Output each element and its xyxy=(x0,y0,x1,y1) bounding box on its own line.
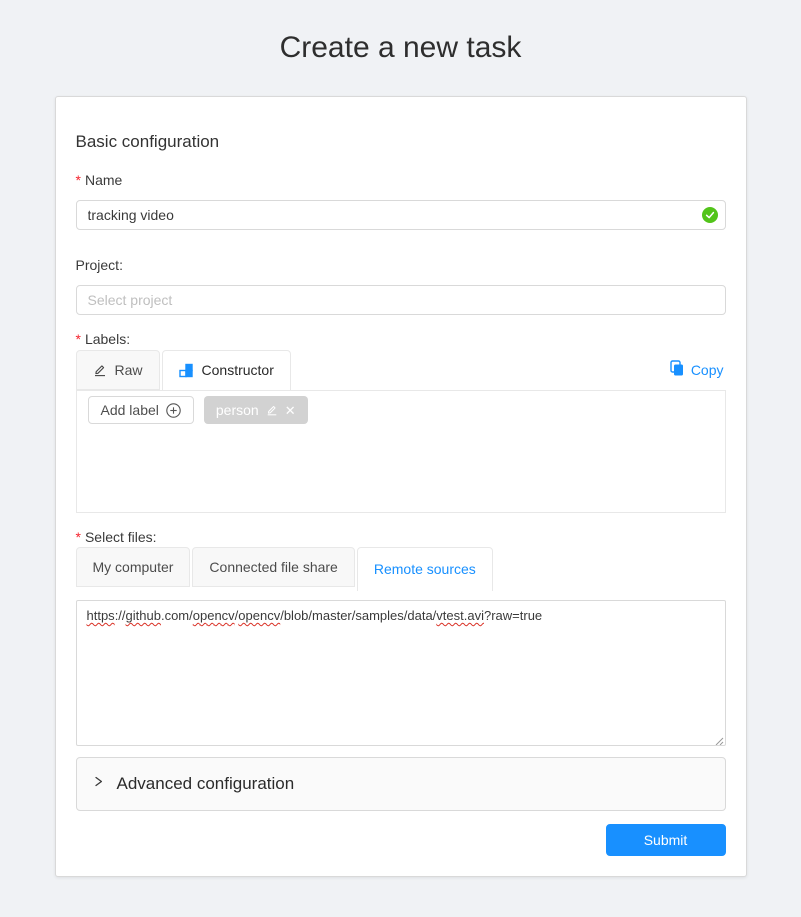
copy-labels-button[interactable]: Copy xyxy=(670,360,724,379)
labels-tabs: Raw Constructor Copy xyxy=(76,350,726,390)
name-input-wrapper xyxy=(76,200,726,230)
add-label-button[interactable]: Add label xyxy=(88,396,194,424)
page-title: Create a new task xyxy=(0,0,801,70)
chevron-right-icon xyxy=(93,775,104,788)
required-asterisk: * xyxy=(76,331,81,347)
label-tag-person[interactable]: person ✕ xyxy=(204,396,308,424)
check-circle-icon xyxy=(702,207,718,223)
labels-label-text: Labels: xyxy=(85,331,130,347)
tab-constructor[interactable]: Constructor xyxy=(162,350,291,390)
required-asterisk: * xyxy=(76,529,81,545)
tab-connected-file-share[interactable]: Connected file share xyxy=(192,547,354,587)
project-select-wrapper xyxy=(76,285,726,315)
tab-constructor-label: Constructor xyxy=(202,362,274,378)
project-label: Project: xyxy=(76,257,726,273)
copy-label: Copy xyxy=(691,362,724,378)
name-input[interactable] xyxy=(76,200,726,230)
tab-remote-sources-label: Remote sources xyxy=(374,561,476,577)
submit-row: Submit xyxy=(76,824,726,856)
remote-urls-textarea[interactable]: https://github.com/opencv/opencv/blob/ma… xyxy=(76,600,726,746)
name-label: *Name xyxy=(76,172,726,188)
advanced-configuration-label: Advanced configuration xyxy=(117,774,295,794)
add-label-button-text: Add label xyxy=(101,402,159,418)
labels-label: *Labels: xyxy=(76,331,726,347)
tab-remote-sources[interactable]: Remote sources xyxy=(357,547,493,591)
tab-my-computer[interactable]: My computer xyxy=(76,547,191,587)
name-label-text: Name xyxy=(85,172,122,188)
create-task-card: Basic configuration *Name Project: *Labe… xyxy=(55,96,747,877)
project-select[interactable] xyxy=(76,285,726,315)
select-files-label-text: Select files: xyxy=(85,529,157,545)
label-tag-name: person xyxy=(216,402,259,418)
labels-constructor-panel: Add label person ✕ xyxy=(76,390,726,513)
tab-raw-label: Raw xyxy=(115,362,143,378)
basic-configuration-title: Basic configuration xyxy=(76,130,726,154)
tag-edit-icon[interactable] xyxy=(266,404,278,416)
resize-handle-icon[interactable] xyxy=(713,733,724,744)
build-icon xyxy=(179,363,194,378)
select-files-tabs: My computer Connected file share Remote … xyxy=(76,547,726,587)
tab-my-computer-label: My computer xyxy=(93,559,174,575)
tab-raw[interactable]: Raw xyxy=(76,350,160,390)
tab-connected-file-share-label: Connected file share xyxy=(209,559,337,575)
edit-icon xyxy=(93,363,107,377)
select-files-label: *Select files: xyxy=(76,529,726,545)
copy-icon xyxy=(670,360,684,379)
submit-button[interactable]: Submit xyxy=(606,824,726,856)
required-asterisk: * xyxy=(76,172,81,188)
tag-close-icon[interactable]: ✕ xyxy=(285,404,296,417)
plus-circle-icon xyxy=(166,403,181,418)
advanced-configuration-header[interactable]: Advanced configuration xyxy=(76,757,726,811)
